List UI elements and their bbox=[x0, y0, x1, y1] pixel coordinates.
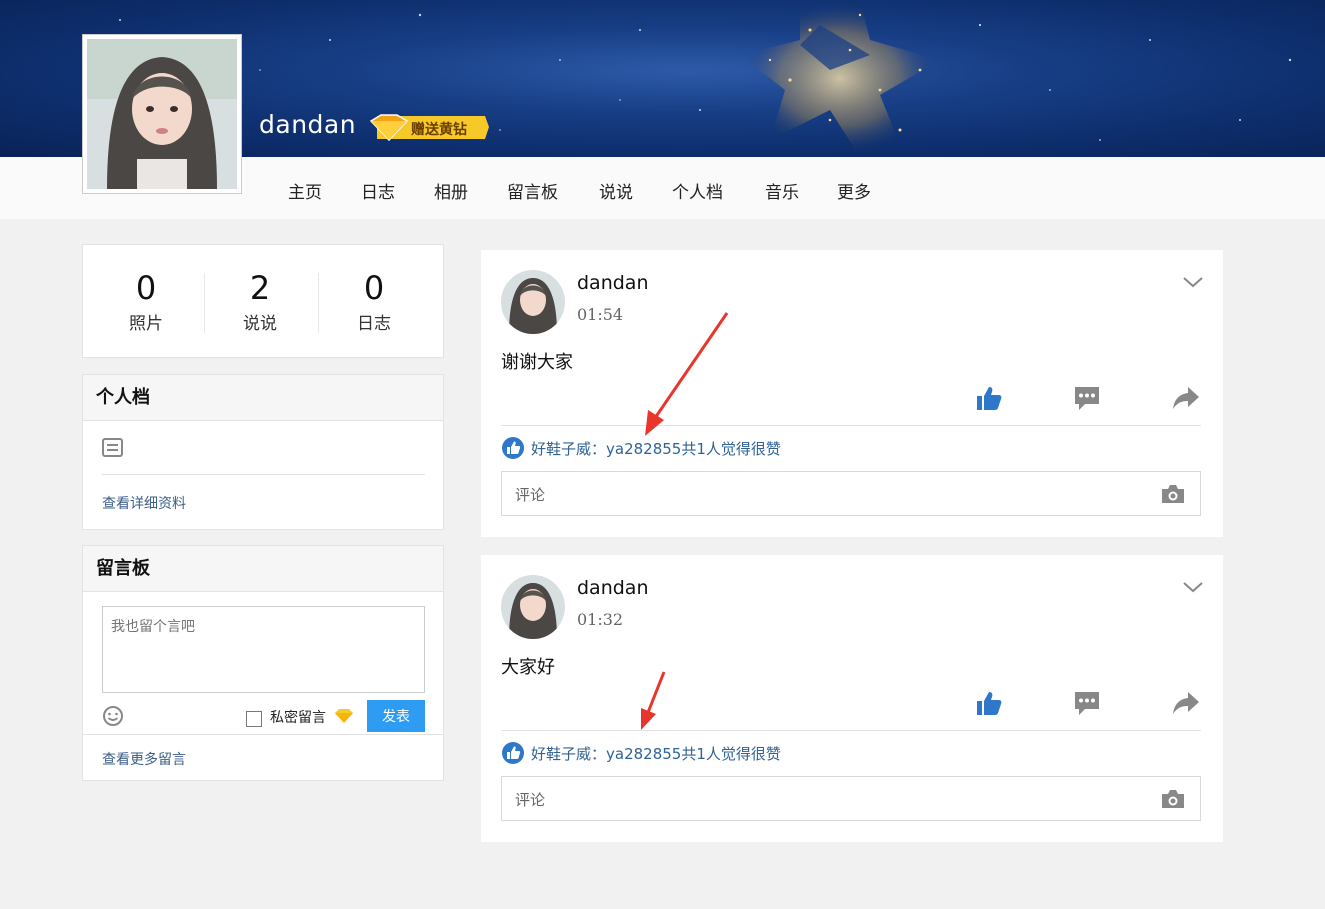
stat-moments[interactable]: 2 说说 bbox=[203, 269, 317, 334]
guestbook-input[interactable] bbox=[102, 606, 425, 693]
private-message-checkbox[interactable] bbox=[246, 711, 262, 727]
yellow-diamond-icon bbox=[335, 709, 353, 723]
post-author-name[interactable]: dandan bbox=[577, 272, 649, 294]
avatar-photo bbox=[87, 39, 237, 189]
share-icon[interactable] bbox=[1172, 384, 1200, 412]
profile-panel-title: 个人档 bbox=[83, 375, 443, 421]
feed-post: dandan 01:32 大家好 好鞋子威：ya282855共1人觉得很赞 评论 bbox=[481, 555, 1223, 842]
nav-item-music[interactable]: 音乐 bbox=[765, 178, 799, 203]
nav-item-profile[interactable]: 个人档 bbox=[672, 178, 723, 203]
divider bbox=[501, 425, 1201, 426]
view-details-link[interactable]: 查看详细资料 bbox=[102, 493, 186, 513]
comment-input[interactable]: 评论 bbox=[501, 776, 1201, 821]
document-icon bbox=[102, 438, 123, 457]
guestbook-panel: 留言板 私密留言 发表 查看更多留言 bbox=[82, 545, 444, 781]
nav-item-home[interactable]: 主页 bbox=[288, 178, 322, 203]
like-badge-icon bbox=[502, 437, 524, 459]
nav-item-blog[interactable]: 日志 bbox=[361, 178, 395, 203]
likes-text[interactable]: 好鞋子威：ya282855共1人觉得很赞 bbox=[531, 743, 781, 764]
nav-item-guestbook[interactable]: 留言板 bbox=[507, 178, 558, 203]
stat-value: 0 bbox=[363, 269, 385, 307]
nav-item-moments[interactable]: 说说 bbox=[599, 178, 633, 203]
like-icon[interactable] bbox=[975, 689, 1003, 717]
divider bbox=[102, 474, 425, 475]
stat-blogs[interactable]: 0 日志 bbox=[317, 269, 431, 334]
post-time: 01:32 bbox=[577, 610, 624, 629]
profile-avatar[interactable] bbox=[82, 34, 242, 194]
avatar-photo bbox=[501, 270, 565, 334]
nav-item-album[interactable]: 相册 bbox=[434, 178, 468, 203]
vip-badge-label: 赠送黄钻 bbox=[411, 122, 467, 138]
nav-item-more[interactable]: 更多 bbox=[837, 178, 871, 203]
like-icon[interactable] bbox=[975, 384, 1003, 412]
divider bbox=[83, 734, 443, 735]
post-author-name[interactable]: dandan bbox=[577, 577, 649, 599]
comment-icon[interactable] bbox=[1073, 384, 1101, 412]
vip-gift-badge[interactable]: 赠送黄钻 bbox=[367, 113, 489, 142]
post-content: 大家好 bbox=[501, 657, 555, 678]
post-author-avatar[interactable] bbox=[501, 270, 565, 334]
post-content: 谢谢大家 bbox=[501, 352, 573, 373]
private-message-label: 私密留言 bbox=[270, 710, 326, 726]
share-icon[interactable] bbox=[1172, 689, 1200, 717]
guestbook-panel-title: 留言板 bbox=[83, 546, 443, 592]
stat-label: 照片 bbox=[129, 314, 163, 334]
comment-placeholder: 评论 bbox=[515, 486, 546, 504]
avatar-photo bbox=[501, 575, 565, 639]
chevron-down-icon[interactable] bbox=[1181, 272, 1205, 292]
comment-placeholder: 评论 bbox=[515, 791, 546, 809]
stat-value: 0 bbox=[135, 269, 157, 307]
likes-text[interactable]: 好鞋子威：ya282855共1人觉得很赞 bbox=[531, 438, 781, 459]
chevron-down-icon[interactable] bbox=[1181, 577, 1205, 597]
camera-icon[interactable] bbox=[1160, 483, 1186, 505]
feed-post: dandan 01:54 谢谢大家 好鞋子威：ya282855共1人觉得很赞 评… bbox=[481, 250, 1223, 537]
profile-panel: 个人档 查看详细资料 bbox=[82, 374, 444, 530]
stat-label: 说说 bbox=[243, 314, 277, 334]
profile-username: dandan bbox=[259, 110, 357, 139]
view-more-messages-link[interactable]: 查看更多留言 bbox=[102, 749, 186, 769]
post-time: 01:54 bbox=[577, 305, 624, 324]
post-author-avatar[interactable] bbox=[501, 575, 565, 639]
stat-photos[interactable]: 0 照片 bbox=[89, 269, 203, 334]
comment-icon[interactable] bbox=[1073, 689, 1101, 717]
camera-icon[interactable] bbox=[1160, 788, 1186, 810]
stats-panel: 0 照片 2 说说 0 日志 bbox=[82, 244, 444, 358]
divider bbox=[501, 730, 1201, 731]
like-badge-icon bbox=[502, 742, 524, 764]
post-message-button[interactable]: 发表 bbox=[367, 700, 425, 732]
stat-value: 2 bbox=[249, 269, 271, 307]
comment-input[interactable]: 评论 bbox=[501, 471, 1201, 516]
emoji-icon[interactable] bbox=[102, 705, 124, 727]
stat-label: 日志 bbox=[357, 314, 391, 334]
